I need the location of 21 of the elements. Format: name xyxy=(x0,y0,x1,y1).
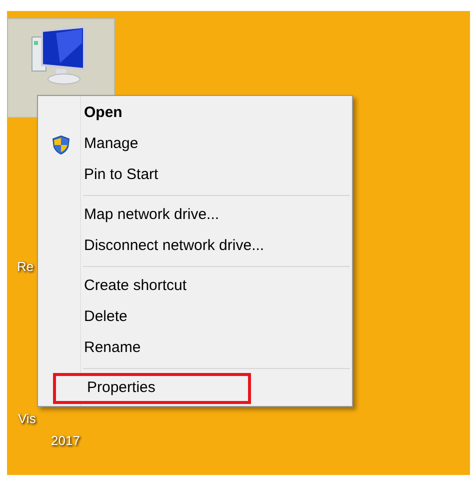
menu-item[interactable]: Manage xyxy=(38,129,352,160)
desktop-icon-label: Re xyxy=(17,260,34,273)
menu-item-label: Create shortcut xyxy=(84,276,187,296)
menu-item[interactable]: Properties xyxy=(53,373,251,404)
menu-item[interactable]: Rename xyxy=(38,333,352,364)
menu-item[interactable]: Pin to Start xyxy=(38,160,352,191)
menu-item[interactable]: Delete xyxy=(38,302,352,333)
menu-item-label: Properties xyxy=(87,378,156,398)
desktop-icon-label: 2017 xyxy=(51,434,80,447)
desktop-icon-label: Vis xyxy=(18,412,36,425)
menu-item-label: Pin to Start xyxy=(84,165,158,186)
menu-item[interactable]: Create shortcut xyxy=(38,271,352,302)
menu-item[interactable]: Map network drive... xyxy=(38,200,352,231)
menu-item-label: Disconnect network drive... xyxy=(84,236,264,256)
menu-item-label: Map network drive... xyxy=(84,205,220,226)
menu-item-label: Rename xyxy=(84,338,141,358)
menu-item-label: Manage xyxy=(84,134,138,154)
menu-item-label: Delete xyxy=(84,307,128,328)
menu-item[interactable]: Disconnect network drive... xyxy=(38,231,352,262)
menu-item[interactable]: Open xyxy=(38,98,352,129)
menu-item-label: Open xyxy=(84,103,122,124)
